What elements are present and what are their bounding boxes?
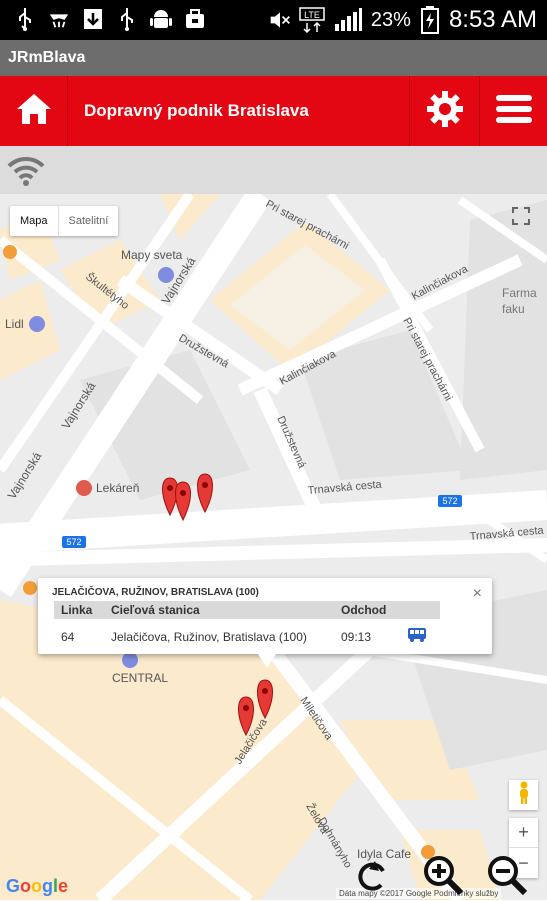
- usb-icon: [116, 8, 138, 31]
- svg-text:CENTRAL: CENTRAL: [112, 671, 168, 685]
- stop-name: JELAČIČOVA, RUŽINOV, BRATISLAVA (100): [52, 587, 259, 598]
- zoom-out-overlay-button[interactable]: [484, 854, 530, 900]
- map-base: 572 572 Pri starej prachárni Pri starej …: [0, 194, 547, 900]
- settings-button[interactable]: [409, 76, 479, 146]
- clock: 8:53 AM: [448, 6, 537, 33]
- download-icon: [82, 8, 104, 30]
- map-type-map[interactable]: Mapa: [10, 206, 59, 236]
- signal-icon: [333, 8, 363, 31]
- hamburger-icon: [495, 93, 533, 130]
- svg-text:Lidl: Lidl: [5, 317, 24, 331]
- column-header: [400, 601, 440, 619]
- column-header: Odchod: [334, 601, 400, 619]
- street-view-button[interactable]: [509, 780, 538, 810]
- svg-text:faku: faku: [502, 302, 525, 316]
- magnifier-plus-icon: [422, 854, 464, 901]
- line-number: 64: [61, 629, 75, 644]
- refresh-button[interactable]: [350, 854, 396, 900]
- zoom-in-button[interactable]: +: [509, 818, 538, 848]
- column-header: Cieľová stanica: [104, 601, 334, 619]
- home-icon: [15, 92, 53, 131]
- magnifier-minus-icon: [486, 854, 528, 901]
- svg-text:LTE: LTE: [304, 10, 320, 20]
- svg-text:572: 572: [66, 537, 81, 547]
- departure-time: 09:13: [341, 629, 372, 644]
- weather-icon: [48, 8, 70, 30]
- pegman-icon: [517, 781, 531, 810]
- status-bar: LTE 23% 8:53 AM: [0, 0, 547, 40]
- home-button[interactable]: [0, 76, 68, 146]
- close-button[interactable]: ×: [473, 585, 482, 603]
- connection-bar: [0, 146, 547, 194]
- briefcase-icon: [184, 8, 206, 30]
- google-logo: Google: [6, 876, 69, 896]
- svg-text:572: 572: [442, 496, 457, 506]
- undo-icon: [353, 855, 393, 900]
- info-window-pointer: [258, 654, 276, 668]
- lte-icon: LTE: [299, 7, 325, 33]
- mute-icon: [269, 9, 291, 31]
- organization-title: Dopravný podnik Bratislava: [84, 101, 309, 120]
- fullscreen-icon: [512, 206, 530, 230]
- map-type-satellite[interactable]: Satelitní: [59, 206, 119, 236]
- header-bar: Dopravný podnik Bratislava: [0, 76, 547, 146]
- menu-button[interactable]: [479, 76, 547, 146]
- app-title: JRmBlava: [8, 49, 86, 66]
- battery-icon: [419, 6, 441, 34]
- fullscreen-button[interactable]: [506, 203, 536, 233]
- map-type-switch: Mapa Satelitní: [10, 206, 119, 236]
- svg-text:Mapy sveta: Mapy sveta: [121, 248, 183, 262]
- stop-info-window: JELAČIČOVA, RUŽINOV, BRATISLAVA (100) × …: [38, 578, 492, 668]
- usb-icon: [14, 8, 36, 31]
- app-bar: JRmBlava: [0, 40, 547, 76]
- android-icon: [150, 8, 172, 30]
- svg-text:Farma: Farma: [502, 286, 537, 300]
- map-view[interactable]: 572 572 Pri starej prachárni Pri starej …: [0, 194, 547, 900]
- table-header: Linka Cieľová stanica Odchod: [54, 601, 440, 619]
- bus-icon: [407, 628, 427, 646]
- table-row[interactable]: 64 Jelačičova, Ružinov, Bratislava (100)…: [54, 619, 440, 654]
- zoom-in-overlay-button[interactable]: [420, 854, 466, 900]
- departures-table: Linka Cieľová stanica Odchod 64 Jelačičo…: [54, 601, 440, 654]
- gear-icon: [426, 90, 464, 133]
- wifi-icon: [6, 154, 46, 193]
- column-header: Linka: [54, 601, 104, 619]
- destination: Jelačičova, Ružinov, Bratislava (100): [111, 629, 307, 644]
- battery-percent: 23%: [370, 8, 411, 31]
- svg-text:Lekáreň: Lekáreň: [96, 481, 139, 495]
